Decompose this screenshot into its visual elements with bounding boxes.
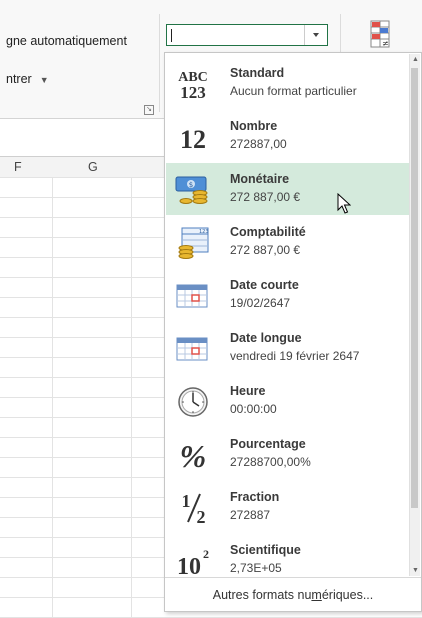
more-formats-text: Autres formats nu bbox=[212, 588, 312, 602]
column-header-g[interactable]: G bbox=[88, 160, 98, 174]
menu-item-name: Date courte bbox=[230, 278, 299, 292]
number-format-menu: ABC 123 Standard Aucun format particulie… bbox=[164, 52, 422, 612]
menu-item-name: Scientifique bbox=[230, 543, 301, 557]
svg-text:123: 123 bbox=[199, 229, 209, 235]
menu-scrollbar[interactable]: ▲ ▼ bbox=[409, 54, 420, 576]
menu-item-standard[interactable]: ABC 123 Standard Aucun format particulie… bbox=[166, 57, 412, 109]
menu-item-name: Comptabilité bbox=[230, 225, 306, 239]
alignment-dialog-launcher-icon[interactable]: ↘ bbox=[144, 105, 154, 115]
menu-item-date-courte[interactable]: Date courte 19/02/2647 bbox=[166, 269, 412, 321]
menu-item-name: Monétaire bbox=[230, 172, 290, 186]
menu-item-fraction[interactable]: 1 2 Fraction 272887 bbox=[166, 481, 412, 533]
menu-item-name: Heure bbox=[230, 384, 266, 398]
menu-item-example: Aucun format particulier bbox=[230, 84, 357, 98]
abc-123-icon: ABC 123 bbox=[174, 67, 212, 101]
chevron-down-icon[interactable]: ▼ bbox=[40, 75, 49, 85]
conditional-formatting-icon[interactable]: ≠ bbox=[370, 20, 390, 48]
menu-item-example: 272 887,00 € bbox=[230, 243, 301, 257]
merge-center-label: ntrer bbox=[6, 72, 32, 86]
svg-text:1: 1 bbox=[182, 491, 191, 511]
menu-item-name: Standard bbox=[230, 66, 285, 80]
menu-item-example: 272887,00 bbox=[230, 137, 287, 151]
menu-item-pourcentage[interactable]: % Pourcentage 27288700,00% bbox=[166, 428, 412, 480]
menu-item-example: 19/02/2647 bbox=[230, 296, 291, 310]
fraction-icon: 1 2 bbox=[174, 491, 212, 525]
menu-item-heure[interactable]: Heure 00:00:00 bbox=[166, 375, 412, 427]
chevron-down-icon bbox=[313, 33, 319, 37]
percent-icon: % bbox=[174, 438, 212, 472]
menu-item-name: Fraction bbox=[230, 490, 280, 504]
more-number-formats-link[interactable]: Autres formats numériques... bbox=[165, 577, 421, 612]
menu-item-name: Nombre bbox=[230, 119, 278, 133]
svg-text:≠: ≠ bbox=[382, 39, 389, 48]
scroll-down-icon[interactable]: ▼ bbox=[412, 567, 419, 574]
menu-item-nombre[interactable]: 12 Nombre 272887,00 bbox=[166, 110, 412, 162]
text-cursor bbox=[171, 29, 172, 42]
menu-item-comptabilite[interactable]: 123 Comptabilité 272 887,00 € bbox=[166, 216, 412, 268]
menu-item-example: 272 887,00 € bbox=[230, 190, 301, 204]
svg-text:12: 12 bbox=[180, 125, 206, 154]
scroll-up-icon[interactable]: ▲ bbox=[412, 56, 419, 63]
menu-item-example: 00:00:00 bbox=[230, 402, 277, 416]
mouse-pointer-icon bbox=[337, 193, 351, 214]
accounting-icon: 123 bbox=[174, 226, 212, 260]
more-formats-text-end: ériques... bbox=[321, 588, 374, 602]
svg-text:123: 123 bbox=[180, 83, 206, 101]
calendar-short-icon bbox=[174, 279, 212, 313]
ribbon-divider bbox=[159, 14, 160, 112]
calendar-long-icon bbox=[174, 332, 212, 366]
number-format-combobox[interactable] bbox=[166, 24, 328, 46]
svg-text:2: 2 bbox=[197, 507, 206, 525]
more-formats-accelerator: m bbox=[311, 588, 322, 602]
scrollbar-thumb[interactable] bbox=[411, 68, 418, 508]
number-12-icon: 12 bbox=[174, 120, 212, 154]
menu-item-name: Pourcentage bbox=[230, 437, 306, 451]
menu-item-example: 2,73E+05 bbox=[230, 561, 282, 575]
currency-icon: $ bbox=[174, 173, 212, 207]
wrap-text-button[interactable]: gne automatiquement bbox=[6, 34, 127, 48]
svg-text:10: 10 bbox=[177, 554, 201, 578]
svg-text:%: % bbox=[180, 438, 207, 472]
scientific-icon: 10 2 bbox=[174, 544, 212, 578]
menu-item-monetaire[interactable]: $ Monétaire 272 887,00 € bbox=[166, 163, 412, 215]
menu-item-name: Date longue bbox=[230, 331, 302, 345]
merge-center-button[interactable]: ntrer ▼ bbox=[6, 72, 49, 86]
column-header-f[interactable]: F bbox=[14, 160, 22, 174]
number-format-dropdown-button[interactable] bbox=[304, 25, 327, 45]
menu-item-example: vendredi 19 février 2647 bbox=[230, 349, 360, 363]
menu-item-date-longue[interactable]: Date longue vendredi 19 février 2647 bbox=[166, 322, 412, 374]
clock-icon bbox=[174, 385, 212, 419]
menu-item-example: 27288700,00% bbox=[230, 455, 311, 469]
menu-item-example: 272887 bbox=[230, 508, 271, 522]
svg-text:2: 2 bbox=[203, 547, 209, 561]
svg-text:$: $ bbox=[189, 181, 193, 189]
